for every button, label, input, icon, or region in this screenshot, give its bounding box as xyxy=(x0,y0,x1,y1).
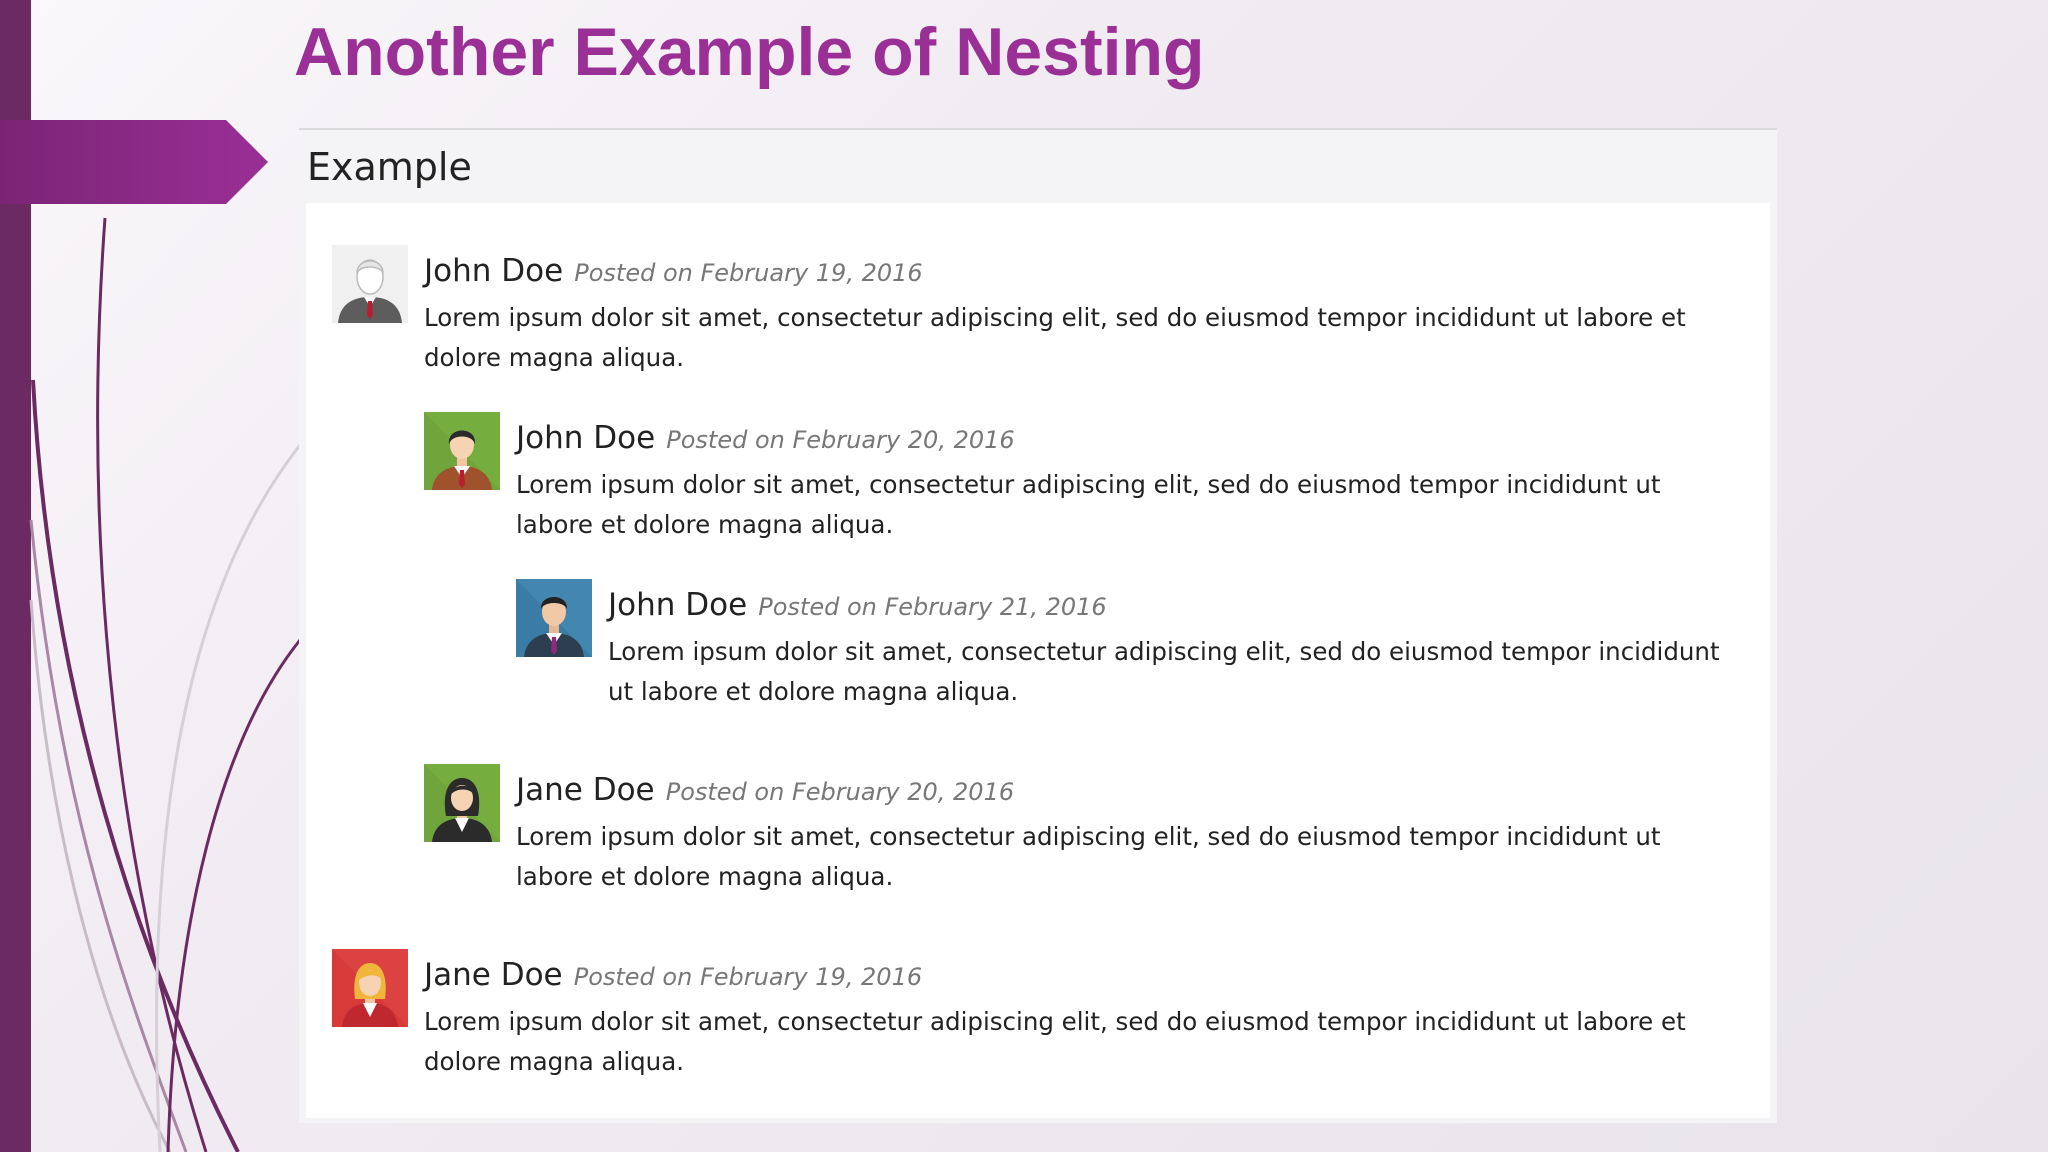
male-avatar-green-icon xyxy=(424,412,500,490)
comment-body: Lorem ipsum dolor sit amet, consectetur … xyxy=(516,822,1661,891)
comment-body: Lorem ipsum dolor sit amet, consectetur … xyxy=(516,470,1661,539)
title-arrow-marker xyxy=(0,120,268,204)
comment-author: John Doe xyxy=(424,253,564,289)
male-avatar-blue-icon xyxy=(516,579,592,657)
comment-author: John Doe xyxy=(516,420,656,456)
male-avatar-grey-icon xyxy=(332,245,408,323)
female-avatar-red-icon xyxy=(332,949,408,1027)
comment-date: Posted on February 19, 2016 xyxy=(574,259,923,287)
example-panel: Example John Doe Posted on February 19, … xyxy=(299,128,1777,1123)
comment-author: Jane Doe xyxy=(424,957,563,993)
slide-title: Another Example of Nesting xyxy=(294,14,1205,90)
comment-header: John Doe Posted on February 20, 2016 xyxy=(516,414,1015,467)
panel-body: John Doe Posted on February 19, 2016 Lor… xyxy=(306,203,1770,1118)
panel-heading: Example xyxy=(307,145,472,189)
comment-date: Posted on February 21, 2016 xyxy=(758,593,1107,621)
female-avatar-green-icon xyxy=(424,764,500,842)
comment-date: Posted on February 20, 2016 xyxy=(665,778,1015,806)
comment-header: Jane Doe Posted on February 19, 2016 xyxy=(424,951,922,1004)
comment-author: John Doe xyxy=(608,587,748,623)
comment-header: Jane Doe Posted on February 20, 2016 xyxy=(516,766,1014,819)
comment-body: Lorem ipsum dolor sit amet, consectetur … xyxy=(424,1007,1686,1076)
comment-date: Posted on February 19, 2016 xyxy=(573,963,923,991)
comment-date: Posted on February 20, 2016 xyxy=(666,426,1015,454)
comment-header: John Doe Posted on February 21, 2016 xyxy=(608,581,1107,634)
comment-header: John Doe Posted on February 19, 2016 xyxy=(424,247,923,300)
comment-author: Jane Doe xyxy=(516,772,655,808)
comment-body: Lorem ipsum dolor sit amet, consectetur … xyxy=(424,303,1686,372)
comment-body: Lorem ipsum dolor sit amet, consectetur … xyxy=(608,637,1720,706)
